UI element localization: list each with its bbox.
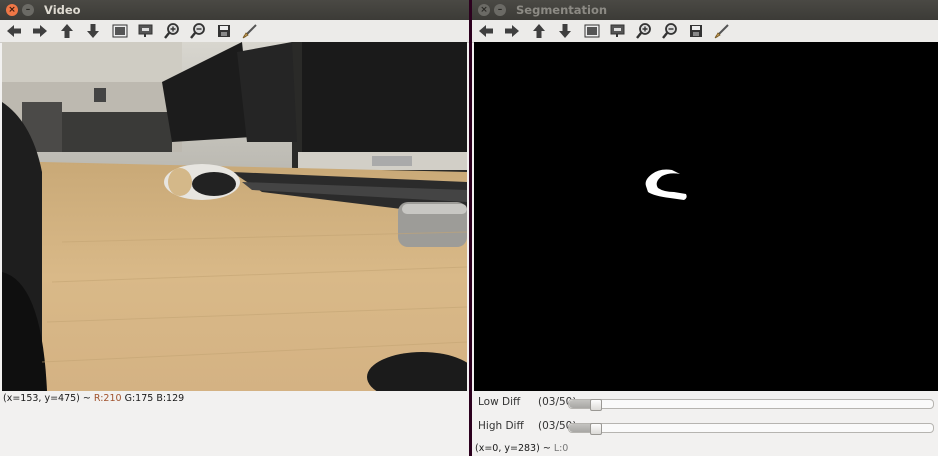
- slider-handle[interactable]: [590, 423, 603, 435]
- segmentation-mask-image[interactable]: [474, 42, 938, 391]
- cursor-coords: (x=153, y=475) ~: [3, 393, 91, 404]
- zoom-region-icon[interactable]: [608, 22, 628, 40]
- zoom-in-icon[interactable]: [634, 22, 654, 40]
- zoom-out-icon[interactable]: [188, 22, 208, 40]
- video-toolbar: [0, 20, 469, 43]
- segmentation-window: × – Segmentation Low Diff (03/50) High D…: [472, 0, 938, 456]
- zoom-region-icon[interactable]: [136, 22, 156, 40]
- arrow-right-icon[interactable]: [502, 22, 522, 40]
- trackbar-label: Low Diff: [478, 396, 521, 408]
- arrow-down-icon[interactable]: [83, 22, 103, 40]
- close-icon[interactable]: ×: [478, 4, 490, 16]
- video-window: × – Video (x=153, y=475) ~ R:210 G:175 B…: [0, 0, 469, 456]
- zoom-out-icon[interactable]: [660, 22, 680, 40]
- cursor-coords: (x=0, y=283) ~: [475, 443, 551, 454]
- properties-icon[interactable]: [712, 22, 732, 40]
- arrow-right-icon[interactable]: [30, 22, 50, 40]
- segmentation-toolbar: [472, 20, 938, 43]
- segmentation-titlebar[interactable]: × – Segmentation: [472, 0, 938, 20]
- arrow-up-icon[interactable]: [57, 22, 77, 40]
- zoom-fit-icon[interactable]: [582, 22, 602, 40]
- video-status-bar: (x=153, y=475) ~ R:210 G:175 B:129: [0, 392, 469, 406]
- arrow-down-icon[interactable]: [555, 22, 575, 40]
- high-diff-trackbar: High Diff (03/50): [472, 416, 938, 438]
- save-icon[interactable]: [214, 22, 234, 40]
- high-diff-slider[interactable]: [568, 423, 934, 435]
- low-diff-slider[interactable]: [568, 399, 934, 411]
- minimize-icon[interactable]: –: [22, 4, 34, 16]
- trackbar-label: High Diff: [478, 420, 524, 432]
- close-icon[interactable]: ×: [6, 4, 18, 16]
- properties-icon[interactable]: [240, 22, 260, 40]
- arrow-left-icon[interactable]: [4, 22, 24, 40]
- minimize-icon[interactable]: –: [494, 4, 506, 16]
- window-title: Video: [44, 3, 81, 17]
- pixel-luminance-value: L:0: [553, 443, 569, 454]
- arrow-left-icon[interactable]: [476, 22, 496, 40]
- zoom-in-icon[interactable]: [162, 22, 182, 40]
- zoom-fit-icon[interactable]: [110, 22, 130, 40]
- arrow-up-icon[interactable]: [529, 22, 549, 40]
- pixel-g-value: G:175: [124, 393, 154, 404]
- segmentation-status-bar: (x=0, y=283) ~ L:0: [472, 442, 938, 456]
- video-titlebar[interactable]: × – Video: [0, 0, 469, 20]
- slider-handle[interactable]: [590, 399, 603, 411]
- save-icon[interactable]: [686, 22, 706, 40]
- video-frame-image[interactable]: [2, 42, 467, 391]
- pixel-b-value: B:129: [156, 393, 185, 404]
- pixel-r-value: R:210: [93, 393, 122, 404]
- window-title: Segmentation: [516, 3, 608, 17]
- low-diff-trackbar: Low Diff (03/50): [472, 392, 938, 414]
